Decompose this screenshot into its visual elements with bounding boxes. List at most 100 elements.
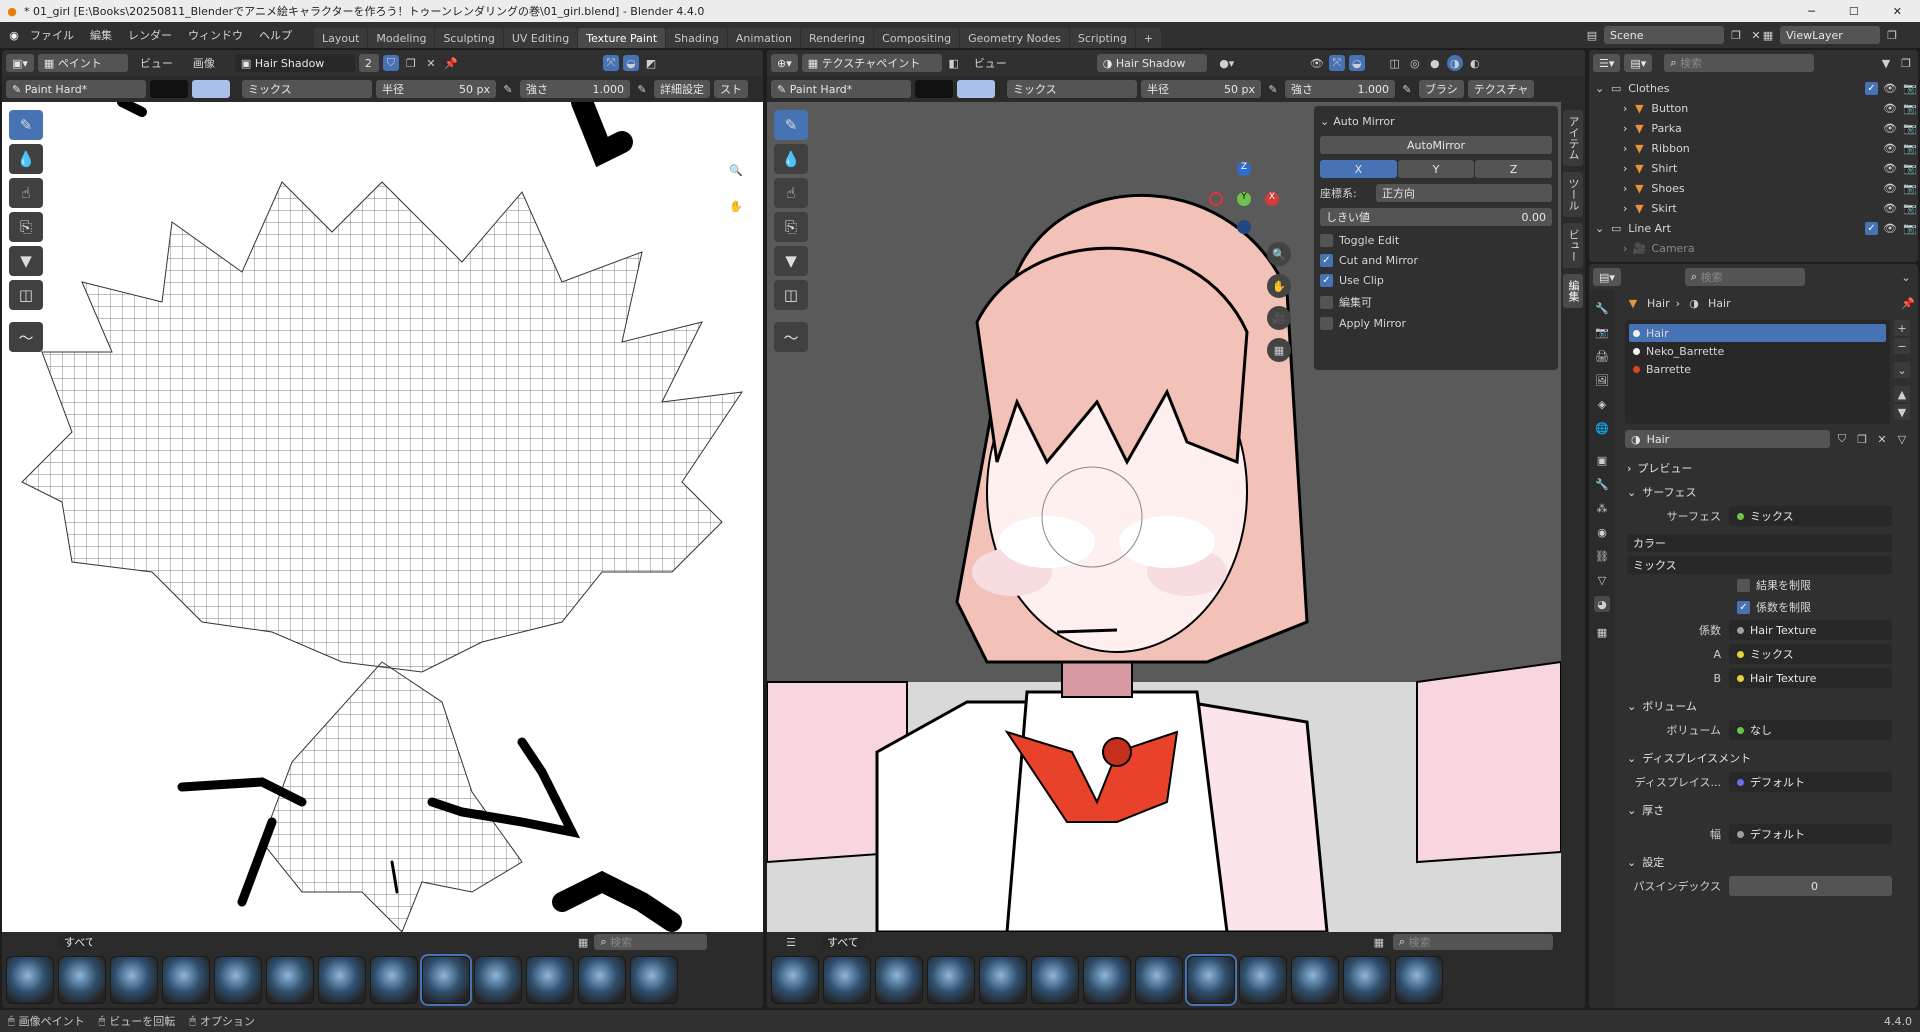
- eye-icon[interactable]: 👁: [1882, 180, 1898, 196]
- rendered-shading-icon[interactable]: ◐: [1467, 55, 1483, 71]
- eye-icon[interactable]: 👁: [1882, 80, 1898, 96]
- auto-mirror-header[interactable]: ⌄ Auto Mirror: [1320, 110, 1552, 132]
- new-collection-icon[interactable]: ❐: [1898, 55, 1914, 71]
- section-surface[interactable]: ⌄ サーフェス: [1619, 480, 1916, 504]
- pin-icon[interactable]: 📌: [1900, 295, 1916, 311]
- brush-item[interactable]: [214, 956, 262, 1004]
- add-workspace-button[interactable]: +: [1135, 28, 1162, 48]
- a-input-field[interactable]: ミックス: [1729, 644, 1892, 664]
- unlink-image-icon[interactable]: ✕: [423, 55, 439, 71]
- object-tab-icon[interactable]: ▣: [1594, 452, 1610, 468]
- unlink-material-icon[interactable]: ✕: [1874, 431, 1890, 447]
- tab-texture-paint[interactable]: Texture Paint: [578, 28, 666, 48]
- particles-tab-icon[interactable]: ⁂: [1594, 500, 1610, 516]
- display-channels-icon[interactable]: ◩: [643, 55, 659, 71]
- shelf-menu-icon[interactable]: ☰: [783, 934, 799, 950]
- brush-item[interactable]: [927, 956, 975, 1004]
- mode-dropdown[interactable]: ▦ ペイント: [37, 54, 128, 72]
- brush-item[interactable]: [58, 956, 106, 1004]
- clone-tool-icon[interactable]: ⎘: [9, 212, 43, 242]
- brush-item[interactable]: [1291, 956, 1339, 1004]
- secondary-color-swatch[interactable]: [192, 80, 230, 98]
- auto-mirror-button[interactable]: AutoMirror: [1320, 136, 1552, 154]
- brush-menu-button[interactable]: ブラシ: [1419, 80, 1464, 98]
- fill-tool-icon[interactable]: ▼: [774, 246, 808, 276]
- options-chevron-icon[interactable]: ⌄: [1898, 269, 1914, 285]
- eye-icon[interactable]: 👁: [1882, 120, 1898, 136]
- brush-item[interactable]: [1395, 956, 1443, 1004]
- clamp-factor-checkbox[interactable]: ✓ 係数を制限: [1619, 596, 1916, 618]
- physics-tab-icon[interactable]: ◉: [1594, 524, 1610, 540]
- section-volume[interactable]: ⌄ ボリューム: [1619, 694, 1916, 718]
- new-viewlayer-icon[interactable]: ❐: [1884, 27, 1900, 43]
- tab-shading[interactable]: Shading: [666, 28, 727, 48]
- overlay-toggle-icon[interactable]: ◒: [1348, 55, 1365, 71]
- axis-y-button[interactable]: Y: [1397, 160, 1475, 178]
- editor-type-button[interactable]: ▣▾: [6, 54, 34, 72]
- brush-item[interactable]: [979, 956, 1027, 1004]
- new-image-icon[interactable]: ❐: [403, 55, 419, 71]
- pan-hand-icon[interactable]: ✋: [728, 198, 744, 214]
- clone-tool-icon[interactable]: ⎘: [774, 212, 808, 242]
- filter-all-tab[interactable]: すべて: [821, 934, 865, 950]
- material-slot-item[interactable]: Neko_Barrette: [1629, 342, 1886, 360]
- outliner-item[interactable]: › ▼ Skirt 👁 📷: [1589, 198, 1918, 218]
- camera-render-icon[interactable]: 📷: [1902, 220, 1918, 236]
- image-users-count[interactable]: 2: [358, 54, 379, 72]
- mix-mode-dropdown[interactable]: ミックス: [1627, 556, 1892, 574]
- soften-tool-icon[interactable]: 💧: [9, 144, 43, 174]
- brush-item[interactable]: [1031, 956, 1079, 1004]
- tab-view[interactable]: ビュー: [1563, 223, 1583, 268]
- draw-tool-icon[interactable]: ✎: [9, 110, 43, 140]
- brush-item[interactable]: [1239, 956, 1287, 1004]
- smear-tool-icon[interactable]: ☝: [774, 178, 808, 208]
- duplicate-material-icon[interactable]: ❐: [1854, 431, 1870, 447]
- move-down-icon[interactable]: ▼: [1894, 404, 1910, 420]
- texture-menu-button[interactable]: テクスチャ: [1467, 80, 1535, 98]
- brush-item[interactable]: [771, 956, 819, 1004]
- output-tab-icon[interactable]: 🖨: [1594, 348, 1610, 364]
- brush-item[interactable]: [110, 956, 158, 1004]
- world-tab-icon[interactable]: 🌐: [1594, 420, 1610, 436]
- tab-compositing[interactable]: Compositing: [874, 28, 960, 48]
- scene-field[interactable]: Scene: [1604, 26, 1724, 44]
- radius-field[interactable]: 半径 50 px: [1141, 80, 1261, 98]
- slot-specials-icon[interactable]: ⌄: [1894, 362, 1910, 378]
- material-tab-icon[interactable]: ◕: [1594, 596, 1610, 612]
- eye-icon[interactable]: 👁: [1882, 220, 1898, 236]
- brush-item[interactable]: [1135, 956, 1183, 1004]
- zoom-icon[interactable]: 🔍: [728, 162, 744, 178]
- camera-render-icon[interactable]: 📷: [1902, 100, 1918, 116]
- menu-view[interactable]: ビュー: [132, 55, 181, 71]
- constraints-tab-icon[interactable]: ⛓: [1594, 548, 1610, 564]
- fill-tool-icon[interactable]: ▼: [9, 246, 43, 276]
- b-input-field[interactable]: Hair Texture: [1729, 668, 1892, 688]
- collection-row[interactable]: ⌄ ▭ Line Art ✓ 👁 📷: [1589, 218, 1918, 238]
- color-type-dropdown[interactable]: カラー: [1627, 534, 1892, 552]
- tab-tool[interactable]: ツール: [1563, 172, 1583, 217]
- primary-color-swatch[interactable]: [150, 80, 188, 98]
- texture-tab-icon[interactable]: ▦: [1594, 624, 1610, 640]
- pass-index-field[interactable]: 0: [1729, 876, 1892, 896]
- outliner-search-input[interactable]: ⌕ 検索: [1664, 54, 1815, 72]
- tab-item[interactable]: アイテム: [1563, 110, 1583, 166]
- editor-type-button[interactable]: ☰▾: [1593, 54, 1621, 72]
- expand-chevron-icon[interactable]: ›: [1623, 122, 1627, 135]
- annotate-tool-icon[interactable]: 〜: [9, 322, 43, 352]
- gizmo-neg-z[interactable]: [1237, 220, 1251, 234]
- menu-render[interactable]: レンダー: [120, 27, 180, 43]
- brush-selector[interactable]: ✎ Paint Hard*: [6, 80, 146, 98]
- menu-edit[interactable]: 編集: [82, 27, 120, 43]
- camera-render-icon[interactable]: 📷: [1902, 120, 1918, 136]
- collection-row[interactable]: ⌄ ▭ Clothes ✓ 👁 📷: [1589, 78, 1918, 98]
- outliner-item[interactable]: › ▼ Shoes 👁 📷: [1589, 178, 1918, 198]
- mode-dropdown[interactable]: ▦ テクスチャペイント: [801, 54, 942, 72]
- asset-search-input[interactable]: ⌕ 検索: [594, 934, 707, 950]
- outliner-item[interactable]: › 🎥 Camera: [1589, 238, 1918, 258]
- camera-render-icon[interactable]: 📷: [1902, 180, 1918, 196]
- image-selector[interactable]: ▣ Hair Shadow: [234, 54, 355, 72]
- outliner-item[interactable]: › ▼ Button 👁 📷: [1589, 98, 1918, 118]
- section-displacement[interactable]: ⌄ ディスプレイスメント: [1619, 746, 1916, 770]
- brush-selector[interactable]: ✎ Paint Hard*: [771, 80, 911, 98]
- brush-item[interactable]: [266, 956, 314, 1004]
